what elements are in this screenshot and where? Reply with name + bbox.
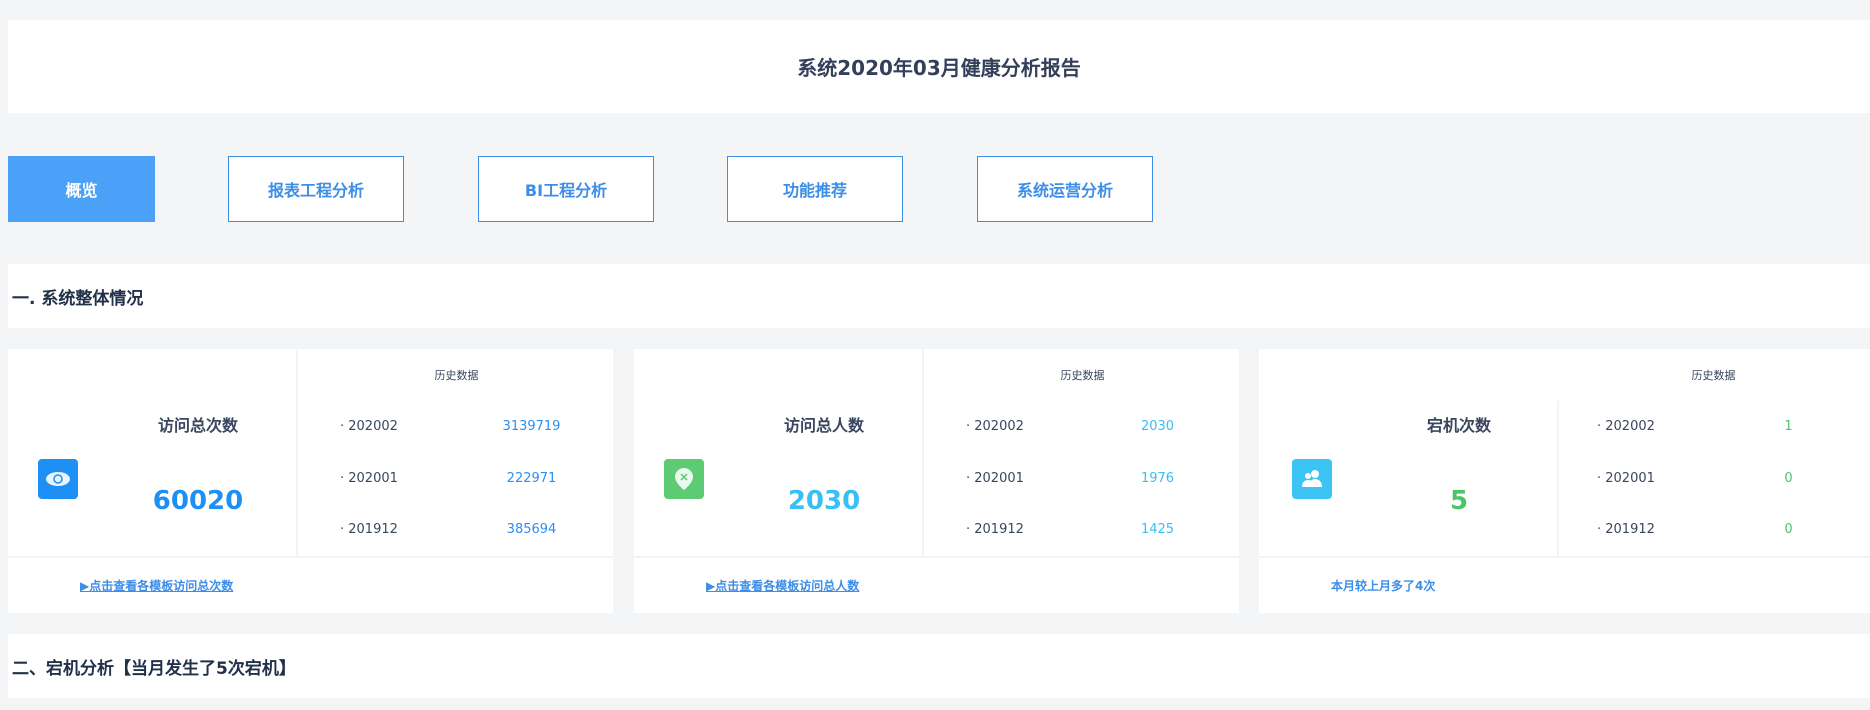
history-value: 1 xyxy=(1784,419,1793,434)
history-value: 385694 xyxy=(506,522,557,537)
history-row: · 202001 222971 xyxy=(340,471,573,486)
visitor-count-card: 访问总人数 2030 历史数据 · 202002 2030 · 202001 197… xyxy=(634,349,1239,613)
report-title: 系统2020年03月健康分析报告 xyxy=(8,20,1870,113)
period: · 201912 xyxy=(340,522,398,537)
history-value: 3139719 xyxy=(502,419,561,434)
history-row: · 201912 0 xyxy=(1597,522,1830,537)
visit-count-card: 访问总次数 60020 历史数据 · 202002 3139719 · 20200… xyxy=(8,349,613,613)
metric-title: 宕机次数 xyxy=(1426,416,1491,435)
tab-bi-project[interactable]: BI工程分析 xyxy=(478,156,654,222)
downtime-comparison-text: 本月较上月多了4次 xyxy=(1331,579,1436,593)
metric-title: 访问总次数 xyxy=(157,416,238,435)
history-row: · 202001 0 xyxy=(1597,471,1830,486)
period: · 202001 xyxy=(966,471,1024,486)
view-template-visitors-link[interactable]: ▶点击查看各模板访问总人数 xyxy=(706,577,859,594)
tab-feature-recommend[interactable]: 功能推荐 xyxy=(727,156,903,222)
location-icon xyxy=(664,459,704,499)
history-row: · 201912 1425 xyxy=(966,522,1199,537)
history-value: 222971 xyxy=(506,471,557,486)
section-overall: 一. 系统整体情况 xyxy=(8,264,1870,328)
period: · 201912 xyxy=(966,522,1024,537)
history-label: 历史数据 xyxy=(434,369,479,382)
metric-title: 访问总人数 xyxy=(783,416,864,435)
period: · 202001 xyxy=(1597,471,1655,486)
view-template-visits-link[interactable]: ▶点击查看各模板访问总次数 xyxy=(80,577,233,594)
period: · 202002 xyxy=(340,419,398,434)
tab-overview[interactable]: 概览 xyxy=(8,156,155,222)
section-downtime: 二、宕机分析【当月发生了5次宕机】 xyxy=(8,634,1870,698)
tab-report-project[interactable]: 报表工程分析 xyxy=(228,156,404,222)
period: · 202002 xyxy=(966,419,1024,434)
tab-system-ops[interactable]: 系统运营分析 xyxy=(977,156,1153,222)
metric-value: 2030 xyxy=(787,486,861,516)
history-row: · 202002 1 xyxy=(1597,419,1830,434)
history-row: · 202001 1976 xyxy=(966,471,1199,486)
history-value: 1425 xyxy=(1140,522,1175,537)
history-value: 0 xyxy=(1784,471,1793,486)
eye-icon xyxy=(38,459,78,499)
history-value: 2030 xyxy=(1140,419,1175,434)
history-label: 历史数据 xyxy=(1691,369,1736,382)
history-label: 历史数据 xyxy=(1060,369,1105,382)
metric-value: 60020 xyxy=(152,486,244,516)
history-value: 1976 xyxy=(1140,471,1175,486)
history-row: · 202002 3139719 xyxy=(340,419,573,434)
period: · 201912 xyxy=(1597,522,1655,537)
users-icon xyxy=(1292,459,1332,499)
divider xyxy=(1557,401,1559,556)
history-value: 0 xyxy=(1784,522,1793,537)
period: · 202001 xyxy=(340,471,398,486)
metric-value: 5 xyxy=(1449,486,1469,516)
history-row: · 201912 385694 xyxy=(340,522,573,537)
period: · 202002 xyxy=(1597,419,1655,434)
history-row: · 202002 2030 xyxy=(966,419,1199,434)
downtime-count-card: 宕机次数 5 历史数据 · 202002 1 · 202001 0 · 201912… xyxy=(1259,349,1870,613)
